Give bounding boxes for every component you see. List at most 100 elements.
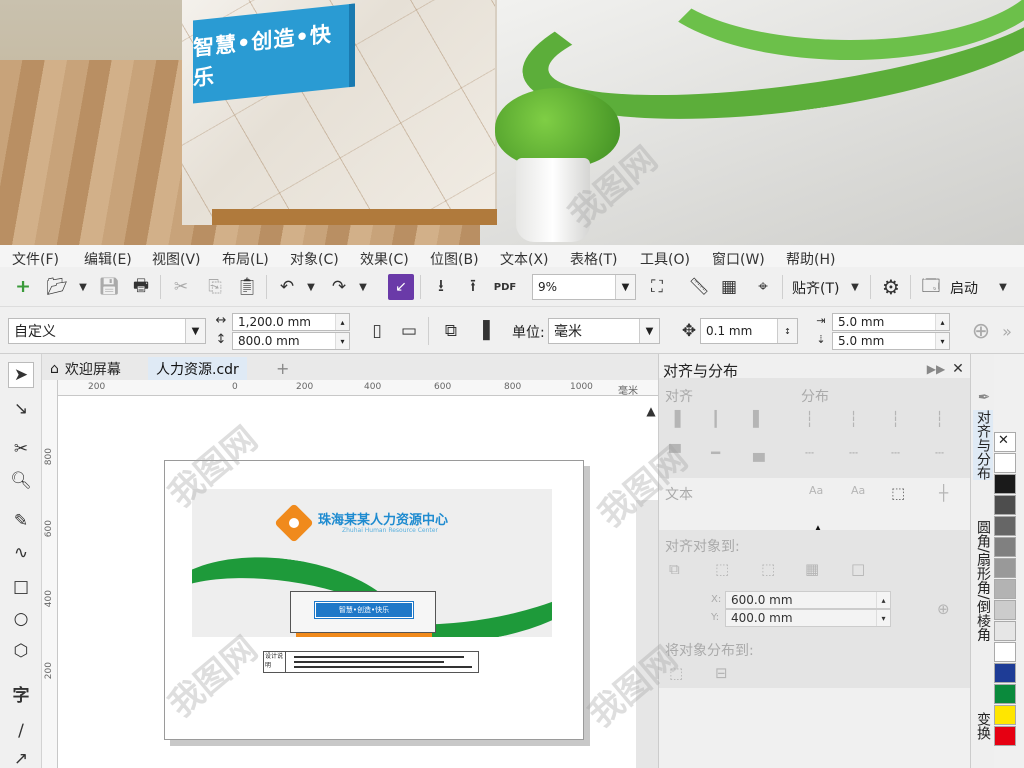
publish-pdf-icon[interactable]: PDF	[492, 274, 518, 300]
color-swatch[interactable]	[994, 621, 1016, 641]
text-tool-icon[interactable]: 字	[8, 680, 34, 706]
open-icon[interactable]: 📂︎	[44, 274, 70, 300]
page-height-field[interactable]: 800.0 mm ▾	[232, 332, 350, 350]
menu-help[interactable]: 帮助(H)	[786, 249, 835, 267]
menu-window[interactable]: 窗口(W)	[712, 249, 765, 267]
rectangle-tool-icon[interactable]: □	[8, 574, 34, 600]
menu-view[interactable]: 视图(V)	[152, 249, 201, 267]
ellipse-tool-icon[interactable]: ○	[8, 606, 34, 632]
distribute-top-icon[interactable]: ┄	[805, 444, 814, 462]
distribute-center-v-icon[interactable]: ┄	[849, 444, 858, 462]
tab-fillet[interactable]: 圆角/扇形角/倒棱角	[973, 520, 993, 641]
menu-tools[interactable]: 工具(O)	[640, 249, 690, 267]
launch-icon[interactable]: 🗔︎	[918, 274, 944, 300]
dimension-tool-icon[interactable]: ∕	[8, 718, 34, 744]
document-page[interactable]: 珠海某某人力资源中心 Zhuhai Human Resource Center …	[164, 460, 584, 740]
landscape-icon[interactable]: ▭	[396, 318, 422, 344]
tab-align-distribute[interactable]: 对齐与分布	[973, 410, 993, 480]
x-position-field[interactable]: 600.0 mm ▴	[725, 591, 891, 609]
all-pages-icon[interactable]: ⧉	[438, 318, 464, 344]
color-swatch[interactable]	[994, 474, 1016, 494]
text-bbox-icon[interactable]: ⬚	[891, 484, 905, 502]
portrait-icon[interactable]: ▯	[364, 318, 390, 344]
distribute-right-icon[interactable]: ┆	[935, 410, 944, 428]
menu-bitmap[interactable]: 位图(B)	[430, 249, 479, 267]
text-last-baseline-icon[interactable]: Aa	[851, 484, 865, 497]
color-swatch[interactable]	[994, 453, 1016, 473]
add-tab-button[interactable]: +	[268, 357, 297, 380]
vertical-ruler[interactable]: 800 600 400 200	[42, 380, 58, 768]
shape-tool-icon[interactable]: ↘	[8, 396, 34, 422]
pick-point-icon[interactable]: ⊕	[937, 600, 950, 618]
full-screen-icon[interactable]: ⛶	[644, 274, 670, 300]
connector-tool-icon[interactable]: ↗	[8, 746, 34, 768]
tab-document[interactable]: 人力资源.cdr	[148, 357, 247, 380]
duplicate-y-field[interactable]: 5.0 mm ▾	[832, 332, 950, 350]
chevron-down-icon[interactable]: ▼	[615, 275, 635, 299]
show-grid-icon[interactable]: ▦	[716, 274, 742, 300]
color-swatch[interactable]	[994, 516, 1016, 536]
color-swatch[interactable]	[994, 663, 1016, 683]
menu-text[interactable]: 文本(X)	[500, 249, 549, 267]
redo-dropdown-icon[interactable]: ▼	[350, 274, 376, 300]
spin-icon[interactable]: ▴	[935, 314, 949, 330]
y-position-field[interactable]: 400.0 mm ▾	[725, 609, 891, 627]
distribute-to-page-icon[interactable]: ⊟	[715, 664, 728, 682]
snap-dropdown-icon[interactable]: ▼	[842, 274, 868, 300]
tab-transform[interactable]: 变换	[973, 712, 993, 740]
crop-tool-icon[interactable]: ✂	[8, 436, 34, 462]
chevron-down-icon[interactable]: ▼	[639, 319, 659, 343]
color-swatch[interactable]	[994, 705, 1016, 725]
save-icon[interactable]: 💾︎	[96, 274, 122, 300]
new-document-icon[interactable]: ➕︎	[10, 274, 36, 300]
text-first-baseline-icon[interactable]: Aa	[809, 484, 823, 497]
spin-icon[interactable]: ▾	[876, 610, 890, 626]
zoom-tool-icon[interactable]: 🔍︎	[8, 468, 34, 494]
spin-icon[interactable]: ▾	[935, 333, 949, 349]
cut-icon[interactable]: ✂	[168, 274, 194, 300]
distribute-spacing-h-icon[interactable]: ┆	[891, 410, 900, 428]
align-right-icon[interactable]: ▌	[753, 410, 765, 428]
menu-table[interactable]: 表格(T)	[570, 249, 617, 267]
distribute-bottom-icon[interactable]: ┄	[935, 444, 944, 462]
align-to-active-icon[interactable]: ⧉	[669, 560, 680, 578]
color-swatch[interactable]	[994, 642, 1016, 662]
align-left-icon[interactable]: ▐	[669, 410, 681, 428]
vertical-scrollbar[interactable]	[636, 500, 658, 768]
import-icon[interactable]: ⭳	[428, 274, 454, 300]
nudge-distance-field[interactable]: 0.1 mm ↕	[700, 318, 798, 344]
align-bottom-icon[interactable]: ▄	[753, 444, 765, 462]
spin-icon[interactable]: ↕	[777, 319, 797, 343]
align-center-v-icon[interactable]: ━	[711, 444, 720, 462]
page-preset-combo[interactable]: 自定义 ▼	[8, 318, 206, 344]
undo-icon[interactable]: ↶	[274, 274, 300, 300]
color-swatch[interactable]	[994, 726, 1016, 746]
align-center-h-icon[interactable]: ┃	[711, 410, 720, 428]
snap-to-menu[interactable]: 贴齐(T)	[792, 278, 839, 298]
export-icon[interactable]: ⭱	[460, 274, 486, 300]
align-to-page-edge-icon[interactable]: ⬚	[715, 560, 729, 578]
distribute-left-icon[interactable]: ┆	[805, 410, 814, 428]
launch-button[interactable]: 启动	[950, 278, 978, 298]
align-to-point-icon[interactable]: □	[851, 560, 865, 578]
open-dropdown-icon[interactable]: ▼	[70, 274, 96, 300]
chevron-down-icon[interactable]: ▼	[185, 319, 205, 343]
spin-icon[interactable]: ▾	[335, 333, 349, 349]
freehand-tool-icon[interactable]: ✎	[8, 508, 34, 534]
color-swatch[interactable]	[994, 684, 1016, 704]
color-swatch[interactable]	[994, 537, 1016, 557]
polygon-tool-icon[interactable]: ⬡	[8, 638, 34, 664]
menu-file[interactable]: 文件(F)	[12, 249, 59, 267]
no-color-swatch[interactable]: ✕	[994, 432, 1016, 452]
artistic-media-icon[interactable]: ∿	[8, 540, 34, 566]
add-preset-icon[interactable]: ⊕	[968, 318, 994, 344]
design-board[interactable]: 珠海某某人力资源中心 Zhuhai Human Resource Center …	[192, 489, 552, 637]
print-icon[interactable]: 🖶︎	[128, 274, 154, 300]
current-page-icon[interactable]: ▐	[470, 318, 496, 344]
spin-icon[interactable]: ▴	[335, 314, 349, 330]
copy-icon[interactable]: ⎘	[202, 274, 228, 300]
distribute-center-h-icon[interactable]: ┆	[849, 410, 858, 428]
align-to-page-center-icon[interactable]: ⬚	[761, 560, 775, 578]
align-to-grid-icon[interactable]: ▦	[805, 560, 819, 578]
horizontal-ruler[interactable]: 200 0 200 400 600 800 1000 毫米	[58, 380, 658, 397]
